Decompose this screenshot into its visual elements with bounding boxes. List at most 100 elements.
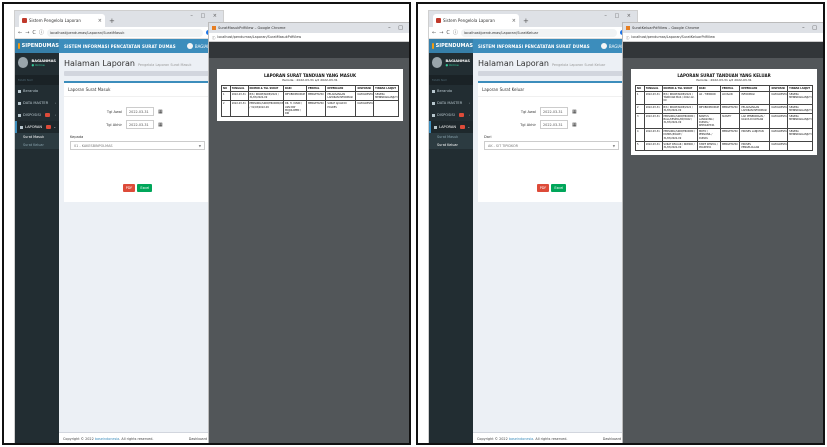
report-table: NO TANGGAL NOMOR & TGL SURAT DARI PERIHA… — [221, 84, 399, 117]
end-date-input[interactable]: 2022-03-31 — [126, 120, 154, 129]
table-cell: PROSES PENGELOLAAN — [739, 140, 771, 151]
tab-close-icon[interactable]: × — [512, 18, 516, 24]
sender-select[interactable]: AK - SIT TIPIDKOR ▼ — [484, 141, 619, 150]
window-controls[interactable]: – □ × — [190, 13, 220, 19]
notification-badge — [460, 125, 466, 129]
table-cell: B/6 / INKOP/SKDP/2022 / 31/03/2022-09 — [247, 91, 284, 102]
site-info-icon[interactable]: ⓘ — [39, 29, 44, 36]
sidebar-item-beranda[interactable]: Beranda — [15, 85, 59, 97]
chevron-left-icon: ‹ — [54, 101, 56, 105]
sender-select-value: AK - SIT TIPIDKOR — [488, 143, 519, 148]
page-title: Halaman Laporan — [478, 59, 549, 68]
pdf-url[interactable]: localhost/pendumas/Laporan/SuratKeluarPd… — [631, 35, 715, 39]
pdf-url[interactable]: localhost/pendumas/Laporan/SuratMasukPdf… — [217, 35, 301, 39]
breadcrumb — [478, 71, 632, 76]
page-header: Halaman Laporan Pengelola Laporan Surat … — [59, 53, 223, 71]
pdf-button[interactable]: PDF — [536, 184, 550, 192]
pdf-window-controls[interactable]: – □ — [388, 25, 406, 31]
sidebar-user-status: ● Online — [445, 62, 459, 67]
footer-rights: . All rights reserved. — [533, 436, 568, 441]
end-date-label: Tgl Akhir — [106, 122, 122, 127]
pdf-button[interactable]: PDF — [122, 184, 136, 192]
sidebar-item-data-master[interactable]: DATA MASTER ‹ — [429, 97, 473, 109]
table-cell: 2022-03-31 — [229, 91, 249, 102]
end-date-input[interactable]: 2022-03-31 — [540, 120, 568, 129]
back-icon[interactable]: ← — [432, 30, 436, 36]
table-cell: SEGERA MENINDAKLANJUTI — [373, 91, 399, 102]
browser-tab[interactable]: Sistem Pengelola Laporan × — [433, 14, 519, 27]
reload-icon[interactable]: C — [446, 30, 450, 36]
table-cell: 2022-03-31 — [229, 100, 249, 117]
table-cell: 3 — [635, 112, 645, 130]
recipient-label: Kepada — [70, 135, 84, 139]
new-tab-icon[interactable]: + — [523, 17, 529, 25]
table-cell: LAP. PENERIMAAN / KASUS DI KOTAAN — [739, 112, 771, 130]
pdf-toolbar — [209, 42, 409, 58]
notification-badge — [458, 113, 464, 117]
reload-icon[interactable]: C — [32, 30, 36, 36]
app-header: SIPENDUMAS SISTEM INFORMASI PENCATATAN S… — [15, 39, 223, 53]
sidebar-item-laporan[interactable]: LAPORAN ⌄ — [15, 121, 59, 133]
chevron-down-icon: ⌄ — [53, 125, 56, 129]
notification-badge — [46, 125, 52, 129]
start-date-label: Tgl Awal — [520, 109, 536, 114]
excel-button[interactable]: Excel — [551, 184, 567, 192]
app-header: SIPENDUMAS SISTEM INFORMASI PENCATATAN S… — [429, 39, 637, 53]
table-cell: PELAKSANAAN LAPORAN INFORMASI — [739, 103, 771, 114]
app-brand[interactable]: SIPENDUMAS — [429, 39, 473, 53]
table-cell: STATE KESPOL / POLRESTA — [696, 140, 721, 151]
footer-link[interactable]: baseindonesia — [509, 437, 533, 441]
report-period: Periode : 2022-03-31 s/d 2022-03-31 — [696, 78, 752, 82]
sidebar-item-beranda[interactable]: Beranda — [429, 85, 473, 97]
sidebar-item-laporan[interactable]: LAPORAN ⌄ — [429, 121, 473, 133]
page-subtitle: Pengelola Laporan Surat Keluar — [551, 63, 606, 67]
chevron-left-icon: ‹ — [468, 113, 470, 117]
window-controls[interactable]: – □ × — [604, 13, 634, 19]
app-footer: Copyright © 2022 baseindonesia. All righ… — [59, 432, 223, 443]
forward-icon[interactable]: → — [439, 30, 443, 36]
pdf-window-controls[interactable]: – □ — [802, 25, 820, 31]
panel-surat-masuk: Sistem Pengelola Laporan × + – □ × ← → C… — [2, 2, 411, 445]
footer-link[interactable]: baseindonesia — [95, 437, 119, 441]
pdf-site-info-icon[interactable]: ⓘ — [626, 35, 629, 40]
sidebar-item-disposisi[interactable]: DISPOSISI ‹ — [429, 109, 473, 121]
sidebar-avatar — [18, 57, 29, 68]
back-icon[interactable]: ← — [18, 30, 22, 36]
app-brand[interactable]: SIPENDUMAS — [15, 39, 59, 53]
browser-tab[interactable]: Sistem Pengelola Laporan × — [19, 14, 105, 27]
pdf-popup-window: SuratMasukPdfView – Google Chrome – □ ⓘ … — [208, 22, 409, 443]
pdf-site-info-icon[interactable]: ⓘ — [212, 35, 215, 40]
calendar-icon[interactable]: ▦ — [572, 109, 577, 115]
web-app: SIPENDUMAS SISTEM INFORMASI PENCATATAN S… — [15, 39, 223, 443]
site-info-icon[interactable]: ⓘ — [453, 29, 458, 36]
chevron-left-icon: ‹ — [468, 101, 470, 105]
table-cell: KAPOLRESTA — [355, 91, 375, 102]
sidebar: BAGIANMAS ● Online MAIN NAV Beranda DATA… — [429, 53, 473, 443]
sidebar-subitem-surat-masuk[interactable]: Surat Masuk — [429, 133, 473, 141]
sidebar-subitem-surat-masuk[interactable]: Surat Masuk — [15, 133, 59, 141]
report-table: NO TANGGAL NOMOR & TGL SURAT DARI PERIHA… — [635, 84, 813, 151]
start-date-input[interactable]: 2022-03-31 — [540, 107, 568, 116]
excel-button[interactable]: Excel — [137, 184, 153, 192]
start-date-input[interactable]: 2022-03-31 — [126, 107, 154, 116]
table-cell: INFORMASI — [739, 91, 771, 105]
sidebar-subitem-surat-keluar[interactable]: Surat Keluar — [15, 141, 59, 149]
sidebar-item-disposisi[interactable]: DISPOSISI ‹ — [15, 109, 59, 121]
table-cell: PROSES LANJUTAN — [739, 128, 771, 142]
calendar-icon[interactable]: ▦ — [572, 122, 577, 128]
table-cell: MENGETAHUI — [719, 140, 741, 151]
calendar-icon[interactable]: ▦ — [158, 122, 163, 128]
recipient-select[interactable]: 01 - KAKESBINPOLMAS ▼ — [70, 141, 205, 150]
new-tab-icon[interactable]: + — [109, 17, 115, 25]
sidebar-subitem-surat-keluar[interactable]: Surat Keluar — [429, 141, 473, 149]
forward-icon[interactable]: → — [25, 30, 29, 36]
url-field[interactable]: localhost/pendumas/Laporan/SuratKeluar — [460, 28, 617, 37]
calendar-icon[interactable]: ▦ — [158, 109, 163, 115]
tab-close-icon[interactable]: × — [98, 18, 102, 24]
table-row: 2 2022-03-31 PERSONIL/SKDP/PROPAM/03 / 3… — [221, 100, 399, 117]
table-cell: MOTO / PERSONIL / DUMAS — [696, 128, 721, 142]
table-row: 1 2022-03-31 B/6 / INKOP/SKDP/2022 / 31/… — [221, 91, 399, 102]
dropdown-caret-icon: ▼ — [198, 143, 201, 148]
url-field[interactable]: localhost/pendumas/Laporan/SuratMasuk — [46, 28, 203, 37]
sidebar-item-data-master[interactable]: DATA MASTER ‹ — [15, 97, 59, 109]
